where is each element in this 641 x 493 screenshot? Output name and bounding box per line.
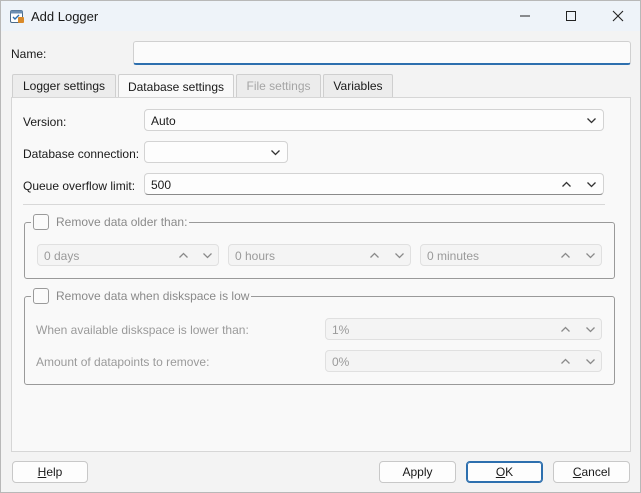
days-value: 0 days xyxy=(44,249,80,263)
version-label: Version: xyxy=(23,115,67,129)
name-input[interactable] xyxy=(133,41,631,65)
minimize-icon xyxy=(520,15,530,17)
remove-older-legend: Remove data older than: xyxy=(31,214,190,230)
chevron-up-icon[interactable] xyxy=(560,250,571,261)
version-value: Auto xyxy=(151,114,176,128)
database-connection-label: Database connection: xyxy=(23,147,140,161)
remove-diskspace-label: Remove data when diskspace is low xyxy=(56,289,250,303)
cancel-button-label: Cancel xyxy=(572,465,611,479)
chevron-up-icon[interactable] xyxy=(178,250,189,261)
add-logger-window: Add Logger Name: Logger settings Databas… xyxy=(0,0,641,493)
ok-button-label: OK xyxy=(495,465,514,479)
remove-diskspace-checkbox[interactable] xyxy=(33,288,49,304)
window-title: Add Logger xyxy=(31,9,99,24)
queue-overflow-stepper[interactable]: 500 xyxy=(144,173,604,195)
help-button-label: Help xyxy=(37,465,63,479)
ok-button[interactable]: OK xyxy=(466,461,543,483)
apply-button[interactable]: Apply xyxy=(379,461,456,483)
datapoints-remove-label: Amount of datapoints to remove: xyxy=(36,355,210,369)
tab-database-settings[interactable]: Database settings xyxy=(118,74,234,98)
tab-label: Logger settings xyxy=(22,79,106,93)
minimize-button[interactable] xyxy=(502,1,548,31)
chevron-down-icon[interactable] xyxy=(585,356,596,367)
close-icon xyxy=(612,10,624,22)
chevron-down-icon[interactable] xyxy=(585,324,596,335)
diskspace-lower-than-label: When available diskspace is lower than: xyxy=(36,323,249,337)
chevron-up-icon[interactable] xyxy=(561,179,572,190)
chevron-down-icon xyxy=(587,118,596,124)
logger-app-icon xyxy=(9,8,25,24)
hours-value: 0 hours xyxy=(235,249,276,263)
tab-variables[interactable]: Variables xyxy=(323,74,393,97)
chevron-down-icon[interactable] xyxy=(202,250,213,261)
tab-logger-settings[interactable]: Logger settings xyxy=(12,74,116,97)
chevron-up-icon[interactable] xyxy=(560,356,571,367)
database-connection-select[interactable] xyxy=(144,141,288,163)
chevron-up-icon[interactable] xyxy=(369,250,380,261)
divider xyxy=(23,204,605,205)
name-label: Name: xyxy=(11,47,47,61)
maximize-button[interactable] xyxy=(548,1,594,31)
datapoints-remove-value: 0% xyxy=(332,355,350,369)
days-stepper[interactable]: 0 days xyxy=(37,244,219,266)
minutes-stepper[interactable]: 0 minutes xyxy=(420,244,602,266)
chevron-down-icon[interactable] xyxy=(586,179,597,190)
cancel-button[interactable]: Cancel xyxy=(553,461,630,483)
chevron-down-icon[interactable] xyxy=(394,250,405,261)
diskspace-lower-than-stepper[interactable]: 1% xyxy=(325,318,602,340)
tab-label: File settings xyxy=(246,79,311,93)
diskspace-lower-than-value: 1% xyxy=(332,323,350,337)
hours-stepper[interactable]: 0 hours xyxy=(228,244,411,266)
apply-button-label: Apply xyxy=(402,465,433,479)
title-bar: Add Logger xyxy=(1,1,640,31)
close-button[interactable] xyxy=(595,1,641,31)
remove-diskspace-legend: Remove data when diskspace is low xyxy=(31,288,252,304)
chevron-down-icon xyxy=(271,150,280,156)
remove-older-checkbox[interactable] xyxy=(33,214,49,230)
chevron-up-icon[interactable] xyxy=(560,324,571,335)
datapoints-remove-stepper[interactable]: 0% xyxy=(325,350,602,372)
version-select[interactable]: Auto xyxy=(144,109,604,131)
queue-overflow-label: Queue overflow limit: xyxy=(23,179,136,193)
tab-file-settings[interactable]: File settings xyxy=(236,74,321,97)
tab-label: Variables xyxy=(333,79,383,93)
minutes-value: 0 minutes xyxy=(427,249,480,263)
remove-older-label: Remove data older than: xyxy=(56,215,188,229)
tab-label: Database settings xyxy=(127,79,225,94)
maximize-icon xyxy=(566,11,576,21)
chevron-down-icon[interactable] xyxy=(585,250,596,261)
help-button[interactable]: Help xyxy=(12,461,88,483)
queue-overflow-value: 500 xyxy=(151,178,172,192)
